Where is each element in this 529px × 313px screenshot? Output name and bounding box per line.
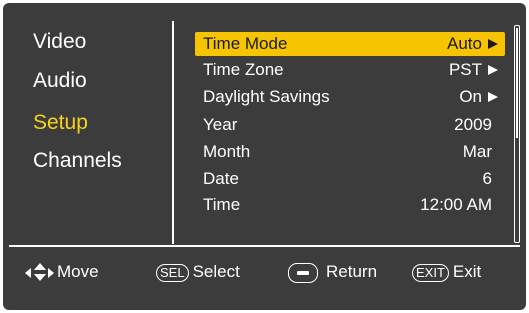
move-label: Move bbox=[57, 262, 99, 281]
setting-label: Daylight Savings bbox=[203, 87, 330, 106]
setting-value: Mar bbox=[462, 142, 492, 161]
scrollbar[interactable] bbox=[514, 25, 520, 243]
setting-label: Month bbox=[203, 142, 251, 161]
setting-value: PST bbox=[448, 60, 482, 79]
setting-row-time-mode[interactable]: Time Mode Auto bbox=[195, 32, 505, 56]
exit-button-icon: EXIT bbox=[412, 263, 449, 282]
right-arrow-icon bbox=[488, 39, 498, 49]
footer-divider bbox=[9, 245, 520, 247]
setting-value: 6 bbox=[482, 169, 492, 188]
setting-value: 2009 bbox=[454, 115, 492, 134]
right-arrow-icon bbox=[488, 92, 498, 102]
vertical-divider bbox=[172, 21, 174, 244]
setting-label: Time Zone bbox=[203, 60, 284, 79]
setting-value: Auto bbox=[447, 34, 482, 53]
menu-item-video[interactable]: Video bbox=[33, 30, 86, 54]
menu-item-channels[interactable]: Channels bbox=[33, 149, 122, 173]
setting-row-daylight-savings[interactable]: Daylight Savings On bbox=[195, 85, 505, 109]
setting-row-time-zone[interactable]: Time Zone PST bbox=[195, 58, 505, 82]
osd-setup-screen: Video Audio Setup Channels Time Mode Aut… bbox=[3, 3, 526, 310]
scrollbar-thumb[interactable] bbox=[516, 28, 518, 138]
setting-row-year[interactable]: Year 2009 bbox=[195, 113, 505, 137]
sel-button-icon: SEL bbox=[156, 263, 189, 282]
exit-label: Exit bbox=[452, 262, 482, 281]
minus-button-icon bbox=[288, 262, 318, 283]
return-label: Return bbox=[326, 262, 378, 281]
dpad-icon bbox=[25, 262, 55, 283]
setting-row-month[interactable]: Month Mar bbox=[195, 140, 505, 164]
setting-value: 12:00 AM bbox=[420, 195, 492, 214]
footer-return-hint: Return bbox=[288, 261, 377, 283]
select-label: Select bbox=[192, 262, 240, 281]
menu-item-setup[interactable]: Setup bbox=[33, 111, 88, 135]
setting-row-date[interactable]: Date 6 bbox=[195, 167, 505, 191]
footer-exit-hint: EXIT Exit bbox=[412, 261, 481, 283]
menu-item-audio[interactable]: Audio bbox=[33, 69, 87, 93]
setting-label: Year bbox=[203, 115, 238, 134]
right-arrow-icon bbox=[488, 65, 498, 75]
setting-label: Time bbox=[203, 195, 241, 214]
setting-row-time[interactable]: Time 12:00 AM bbox=[195, 193, 505, 217]
setting-label: Time Mode bbox=[203, 34, 288, 53]
footer-select-hint: SEL Select bbox=[156, 261, 240, 283]
setting-value: On bbox=[459, 87, 482, 106]
setting-label: Date bbox=[203, 169, 239, 188]
footer-move-hint: Move bbox=[25, 261, 99, 283]
